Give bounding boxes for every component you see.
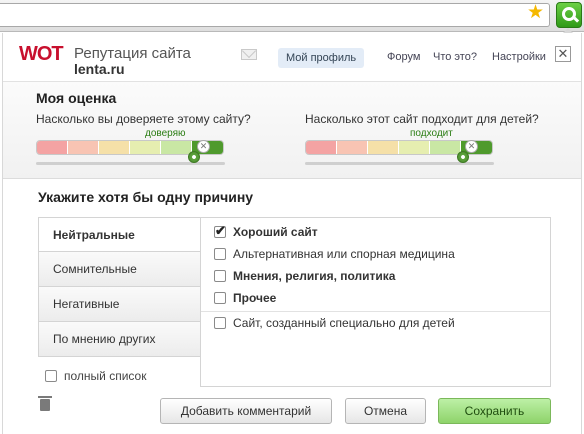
divider <box>201 311 550 312</box>
child-safety-verdict: подходит <box>410 128 453 139</box>
category-tabs: Нейтральные Сомнительные Негативные По м… <box>38 217 201 357</box>
wot-extension-icon[interactable] <box>556 2 582 28</box>
rating-scale-segment[interactable] <box>99 141 130 154</box>
trust-clear-icon[interactable]: ✕ <box>197 140 210 153</box>
child-safety-slider-handle[interactable] <box>457 151 470 163</box>
reason-opinions-religion-politics[interactable]: Мнения, религия, политика <box>214 268 395 284</box>
reason-good-site[interactable]: Хороший сайт <box>214 223 318 240</box>
rating-scale-segment[interactable] <box>306 141 337 154</box>
child-safety-clear-icon[interactable]: ✕ <box>465 140 478 153</box>
trust-verdict: доверяю <box>145 128 186 139</box>
nav-forum[interactable]: Форум <box>387 51 420 63</box>
my-profile-button[interactable]: Мой профиль <box>278 48 365 68</box>
rating-scale-segment[interactable] <box>68 141 99 154</box>
trust-question: Насколько вы доверяете этому сайту? <box>36 112 251 126</box>
reason-label: Сайт, созданный специально для детей <box>233 316 455 330</box>
tab-questionable[interactable]: Сомнительные <box>38 252 201 287</box>
wot-logo: WOT <box>19 43 64 65</box>
checkbox[interactable] <box>214 223 226 239</box>
tab-negative[interactable]: Негативные <box>38 287 201 322</box>
bookmark-star-icon[interactable]: ★ <box>527 3 545 22</box>
trust-slider-track[interactable] <box>36 162 225 165</box>
trust-slider-handle[interactable] <box>188 151 201 163</box>
reason-label: Прочее <box>233 291 277 305</box>
wot-popup: WOT Репутация сайта lenta.ru Мой профиль… <box>2 33 582 434</box>
reason-kids-site[interactable]: Сайт, созданный специально для детей <box>214 315 455 331</box>
address-bar[interactable] <box>0 3 550 27</box>
trash-icon[interactable] <box>38 396 52 411</box>
mail-icon[interactable] <box>241 49 257 60</box>
full-list-toggle[interactable]: полный список <box>45 369 146 383</box>
full-list-label: полный список <box>64 369 147 383</box>
checkbox[interactable] <box>214 292 226 304</box>
checkbox[interactable] <box>45 370 57 382</box>
reason-label: Хороший сайт <box>233 225 318 239</box>
rating-scale-segment[interactable] <box>161 141 192 154</box>
reason-label: Мнения, религия, политика <box>233 269 396 283</box>
site-name: lenta.ru <box>74 61 125 77</box>
rating-heading: Моя оценка <box>36 90 117 106</box>
reason-alternative-medicine[interactable]: Альтернативная или спорная медицина <box>214 246 455 262</box>
rating-scale-segment[interactable] <box>37 141 68 154</box>
rating-scale-segment[interactable] <box>399 141 430 154</box>
rating-scale-segment[interactable] <box>430 141 461 154</box>
close-icon[interactable]: ✕ <box>555 46 571 62</box>
save-button[interactable]: Сохранить <box>438 398 551 424</box>
reasons-list: Хороший сайт Альтернативная или спорная … <box>200 217 551 387</box>
checkbox[interactable] <box>214 248 226 260</box>
rating-scale-segment[interactable] <box>130 141 161 154</box>
checkbox[interactable] <box>214 270 226 282</box>
page-title: Репутация сайта <box>74 45 191 62</box>
popup-header: WOT Репутация сайта lenta.ru Мой профиль… <box>3 33 581 81</box>
tab-neutral[interactable]: Нейтральные <box>38 217 201 252</box>
rating-scale-segment[interactable] <box>368 141 399 154</box>
cancel-button[interactable]: Отмена <box>345 398 426 424</box>
child-safety-slider-track[interactable] <box>305 162 494 165</box>
reason-other[interactable]: Прочее <box>214 290 276 306</box>
reasons-heading: Укажите хотя бы одну причину <box>38 189 254 205</box>
my-rating-panel: Моя оценка Насколько вы доверяете этому … <box>3 81 581 179</box>
checkbox[interactable] <box>214 317 226 329</box>
child-safety-question: Насколько этот сайт подходит для детей? <box>305 112 539 126</box>
tab-others-opinion[interactable]: По мнению других <box>38 322 201 357</box>
reason-label: Альтернативная или спорная медицина <box>233 247 455 261</box>
nav-settings[interactable]: Настройки <box>492 51 546 63</box>
rating-scale-segment[interactable] <box>337 141 368 154</box>
nav-what-is-this[interactable]: Что это? <box>433 51 477 63</box>
browser-toolbar: ★ <box>0 0 584 32</box>
add-comment-button[interactable]: Добавить комментарий <box>160 398 332 424</box>
